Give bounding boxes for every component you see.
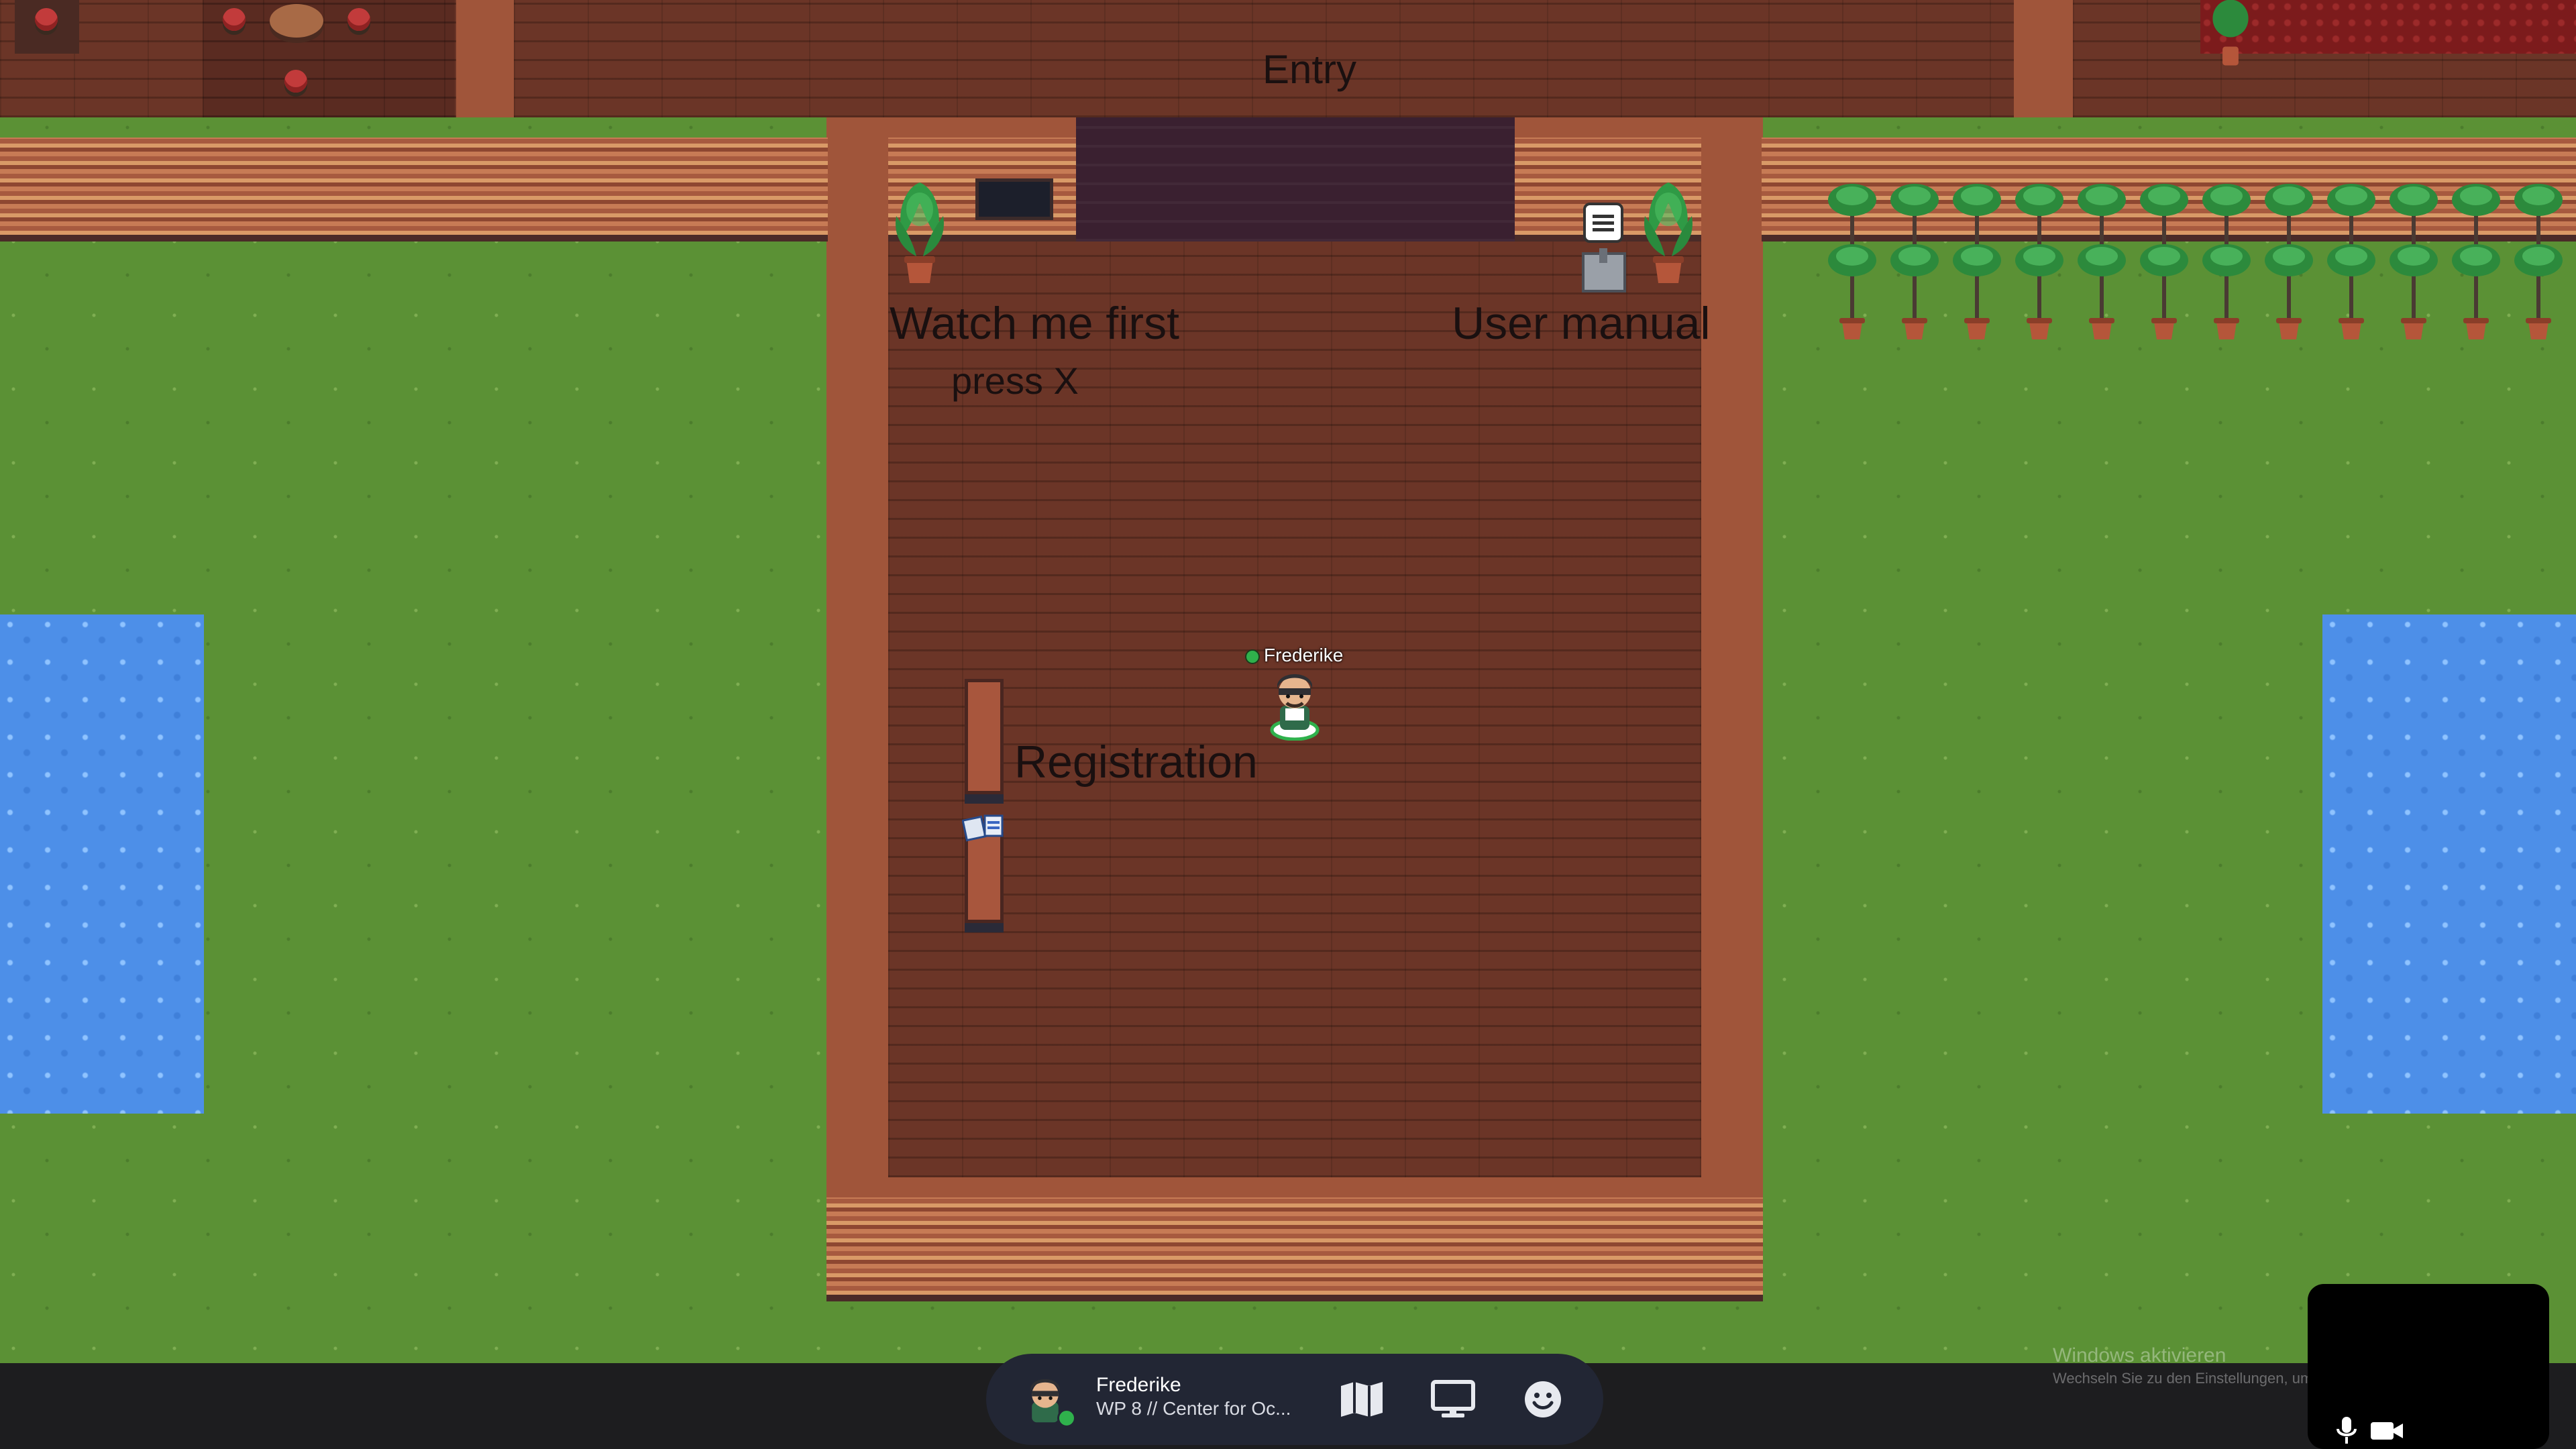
player-character-icon — [1270, 674, 1320, 741]
pool-right — [2322, 614, 2576, 1114]
stool-3 — [347, 8, 370, 31]
round-table — [270, 4, 323, 38]
plant-top-right-icon — [2210, 0, 2252, 70]
camera-button[interactable] — [2369, 1419, 2404, 1442]
path-right — [1701, 117, 1763, 1291]
user-control-pill: Frederike WP 8 // Center for Oc... — [986, 1354, 1603, 1445]
video-camera-icon — [2371, 1422, 2403, 1440]
self-video-tile[interactable] — [2308, 1284, 2549, 1449]
tv-screen-icon[interactable] — [975, 178, 1053, 220]
online-status-dot — [1245, 649, 1260, 664]
label-watch-me-first: Watch me first — [890, 298, 1179, 349]
smiley-icon — [1525, 1381, 1561, 1417]
player-name-tag: Frederike — [1242, 645, 1350, 665]
map-icon — [1341, 1382, 1383, 1417]
brick-wall-bottom — [826, 1197, 1763, 1301]
registration-papers-icon[interactable] — [961, 812, 1006, 843]
label-entry: Entry — [1263, 47, 1357, 92]
player-name: Frederike — [1264, 645, 1344, 665]
emote-button[interactable] — [1516, 1373, 1570, 1426]
path-top-1 — [456, 0, 514, 117]
registration-desk-bottom[interactable] — [965, 832, 1004, 923]
potted-tree-row-icon — [1828, 184, 2563, 339]
mic-button[interactable] — [2334, 1415, 2359, 1445]
game-map[interactable]: Entry Watch me first press X User manual… — [0, 0, 2576, 1363]
microphone-icon — [2337, 1417, 2357, 1444]
user-name: Frederike — [1096, 1374, 1181, 1396]
registration-desk-top[interactable] — [965, 679, 1004, 794]
potted-plant-left-icon — [890, 176, 950, 290]
label-press-x: press X — [951, 360, 1079, 402]
registration-desk-base — [965, 923, 1004, 932]
player-avatar[interactable] — [1268, 668, 1322, 741]
user-subtitle: WP 8 // Center for Oc... — [1096, 1398, 1291, 1419]
user-status-dot — [1057, 1409, 1076, 1428]
path-left — [826, 117, 888, 1291]
entry-carpet — [1076, 117, 1515, 241]
stool-1 — [35, 8, 58, 31]
map-button[interactable] — [1335, 1373, 1389, 1426]
monitor-icon — [1431, 1380, 1475, 1417]
stool-4 — [284, 70, 307, 93]
registration-desk-gap — [965, 794, 1004, 804]
red-carpet — [2200, 0, 2576, 54]
brick-wall-left — [0, 138, 828, 241]
potted-plant-right-icon — [1638, 176, 1699, 290]
tree-rows — [1823, 176, 2576, 350]
hall-bottom-edge — [826, 1177, 1763, 1197]
label-registration: Registration — [1014, 737, 1258, 788]
document-icon — [1582, 203, 1626, 292]
label-user-manual: User manual — [1452, 298, 1711, 349]
windows-watermark-title: Windows aktivieren — [2053, 1344, 2226, 1366]
screen-share-button[interactable] — [1426, 1373, 1480, 1426]
pool-left — [0, 614, 204, 1114]
stool-2 — [223, 8, 246, 31]
path-top-2 — [2014, 0, 2073, 117]
user-manual-kiosk[interactable] — [1580, 201, 1631, 295]
